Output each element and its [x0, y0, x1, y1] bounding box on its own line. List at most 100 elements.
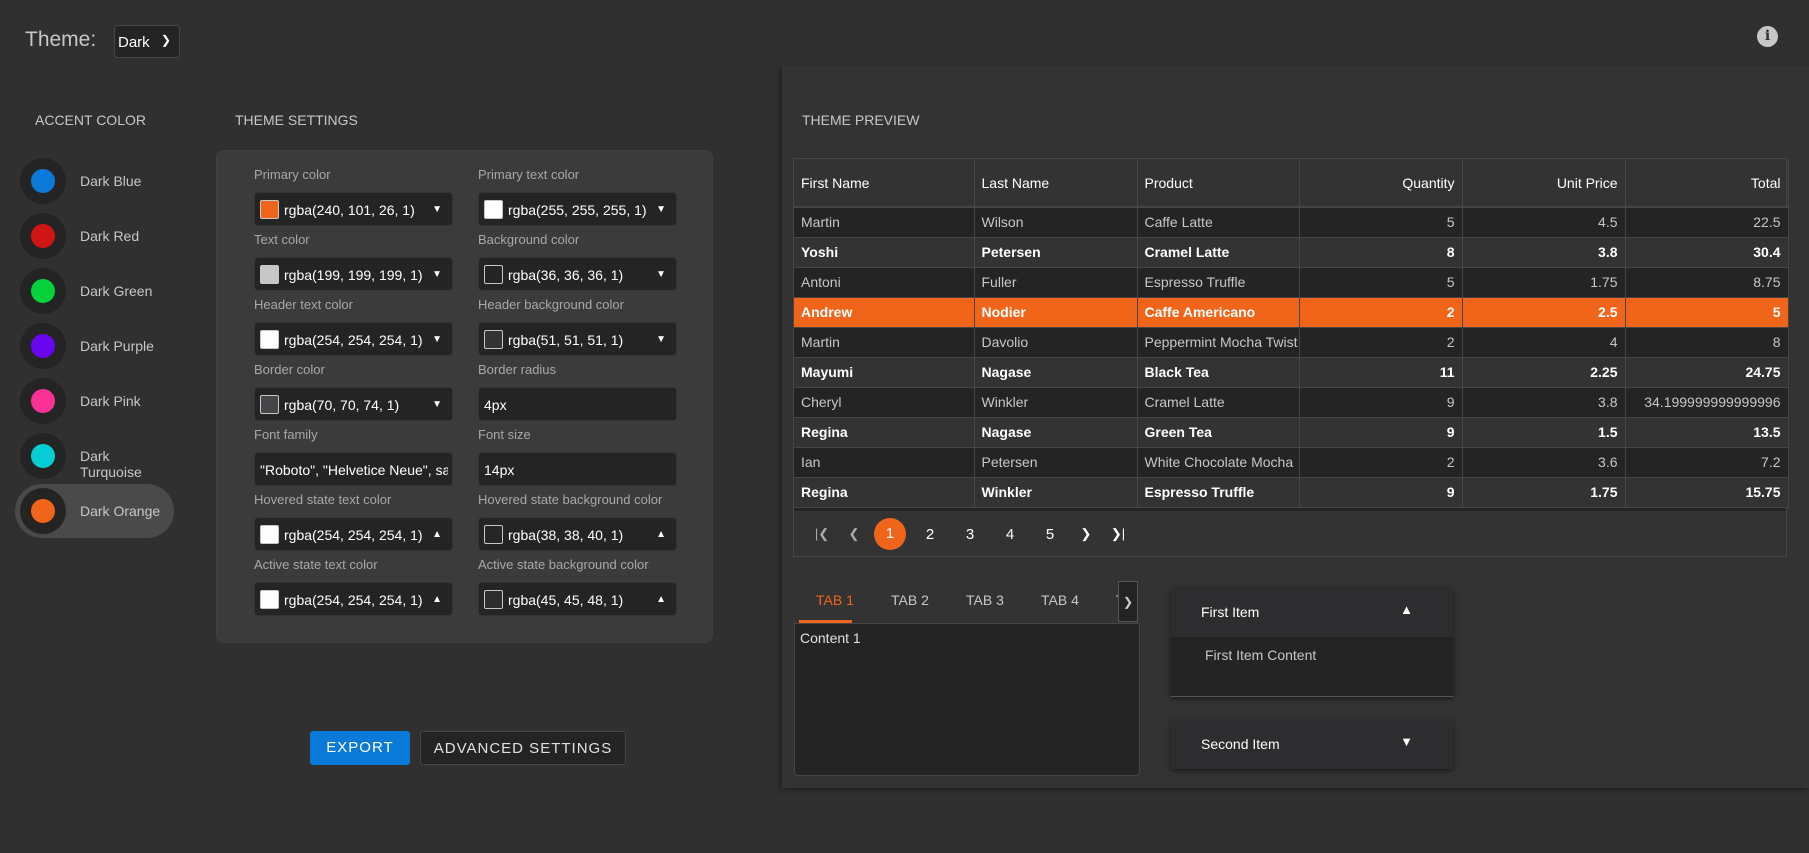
table-row[interactable]: Yoshi Petersen Cramel Latte 8 3.8 30.4	[794, 237, 1789, 268]
column-header[interactable]: First Name	[794, 159, 975, 208]
accordion-header-second[interactable]: Second Item ▼	[1171, 719, 1453, 769]
color-swatch	[260, 200, 279, 219]
table-row[interactable]: Andrew Nodier Caffe Americano 2 2.5 5	[794, 297, 1789, 328]
field-label: Border color	[254, 362, 325, 377]
table-row[interactable]: Ian Petersen White Chocolate Mocha 2 3.6 7.2	[794, 447, 1789, 478]
accent-swatch-dark-turquoise[interactable]: Dark Turquoise	[15, 429, 174, 483]
tab-2[interactable]: TAB 2	[891, 592, 929, 608]
page-button[interactable]: 1	[874, 518, 906, 550]
page-button[interactable]: 4	[990, 526, 1030, 543]
table-row[interactable]: Martin Wilson Caffe Latte 5 4.5 22.5	[794, 207, 1789, 238]
swatch-ring	[20, 488, 66, 534]
swatch-label: Dark Blue	[80, 173, 142, 189]
color-picker-field[interactable]: rgba(45, 45, 48, 1) ▲	[478, 582, 677, 616]
table-cell: Andrew	[794, 297, 975, 328]
next-page-icon[interactable]: ❯	[1070, 526, 1102, 542]
text-field[interactable]: 14px	[478, 452, 677, 486]
column-header[interactable]: Product	[1137, 159, 1300, 208]
prev-page-icon[interactable]: ❮	[838, 526, 870, 542]
theme-select[interactable]: Dark ❯	[114, 25, 180, 58]
last-page-icon[interactable]: ❯|	[1102, 526, 1134, 542]
table-cell: 15.75	[1625, 477, 1789, 508]
table-cell: Wilson	[974, 207, 1138, 238]
chevron-down-icon: ▼	[656, 334, 666, 345]
table-cell: Fuller	[974, 267, 1138, 298]
color-dot	[31, 169, 55, 193]
accent-swatch-dark-orange[interactable]: Dark Orange	[15, 484, 174, 538]
table-cell: Ian	[794, 447, 975, 478]
color-picker-field[interactable]: rgba(51, 51, 51, 1) ▼	[478, 322, 677, 356]
tab-3[interactable]: TAB 3	[966, 592, 1004, 608]
table-cell: Espresso Truffle	[1137, 477, 1300, 508]
first-page-icon[interactable]: |❮	[806, 526, 838, 542]
field-label: Active state background color	[478, 557, 649, 572]
swatch-ring	[20, 323, 66, 369]
text-field[interactable]: "Roboto", "Helvetice Neue", sans-serif	[254, 452, 453, 486]
column-header[interactable]: Unit Price	[1462, 159, 1626, 208]
export-button[interactable]: EXPORT	[310, 731, 410, 765]
column-header[interactable]: Quantity	[1299, 159, 1463, 208]
column-header[interactable]: Total	[1625, 159, 1789, 208]
table-row[interactable]: Antoni Fuller Espresso Truffle 5 1.75 8.75	[794, 267, 1789, 298]
table-row[interactable]: Cheryl Winkler Cramel Latte 9 3.8 34.19999999…	[794, 387, 1789, 418]
table-cell: Petersen	[974, 447, 1138, 478]
accent-swatch-dark-green[interactable]: Dark Green	[15, 264, 174, 318]
page-button[interactable]: 2	[910, 526, 950, 543]
color-picker-field[interactable]: rgba(255, 255, 255, 1) ▼	[478, 192, 677, 226]
color-picker-field[interactable]: rgba(199, 199, 199, 1) ▼	[254, 257, 453, 291]
color-picker-field[interactable]: rgba(254, 254, 254, 1) ▼	[254, 322, 453, 356]
table-cell: Caffe Latte	[1137, 207, 1300, 238]
table-row[interactable]: Mayumi Nagase Black Tea 11 2.25 24.75	[794, 357, 1789, 388]
table-cell: 5	[1299, 207, 1463, 238]
page-button[interactable]: 3	[950, 526, 990, 543]
swatch-ring	[20, 433, 66, 479]
color-swatch	[260, 525, 279, 544]
accordion-header-first[interactable]: First Item ▲	[1171, 587, 1453, 637]
swatch-label: Dark Red	[80, 228, 140, 244]
table-cell: Martin	[794, 327, 975, 358]
accent-swatch-dark-pink[interactable]: Dark Pink	[15, 374, 174, 428]
accordion-title: First Item	[1201, 604, 1260, 620]
accordion-item-first: First Item ▲ First Item Content	[1171, 587, 1453, 697]
page-button[interactable]: 5	[1030, 526, 1070, 543]
swatch-ring	[20, 378, 66, 424]
column-header[interactable]: Last Name	[974, 159, 1138, 208]
table-cell: Mayumi	[794, 357, 975, 388]
text-field[interactable]: 4px	[478, 387, 677, 421]
table-row[interactable]: Regina Winkler Espresso Truffle 9 1.75 15.75	[794, 477, 1789, 508]
swatch-ring	[20, 268, 66, 314]
accent-swatch-dark-blue[interactable]: Dark Blue	[15, 154, 174, 208]
accent-swatch-dark-red[interactable]: Dark Red	[15, 209, 174, 263]
color-picker-field[interactable]: rgba(36, 36, 36, 1) ▼	[478, 257, 677, 291]
chevron-up-icon: ▲	[656, 529, 666, 540]
color-value: rgba(254, 254, 254, 1)	[284, 527, 423, 543]
color-swatch	[260, 590, 279, 609]
info-icon[interactable]: i	[1757, 26, 1778, 47]
tab-scroll-right-button[interactable]: ❯	[1118, 581, 1138, 622]
accent-swatch-dark-purple[interactable]: Dark Purple	[15, 319, 174, 373]
table-cell: 2	[1299, 327, 1463, 358]
theme-select-value: Dark	[118, 34, 150, 51]
color-swatch	[484, 590, 503, 609]
color-value: rgba(254, 254, 254, 1)	[284, 592, 423, 608]
table-cell: 8	[1299, 237, 1463, 268]
swatch-label: Dark Pink	[80, 393, 141, 409]
table-cell: 9	[1299, 417, 1463, 448]
tab-1[interactable]: TAB 1	[816, 592, 854, 608]
swatch-ring	[20, 158, 66, 204]
color-picker-field[interactable]: rgba(70, 70, 74, 1) ▼	[254, 387, 453, 421]
color-value: rgba(255, 255, 255, 1)	[508, 202, 647, 218]
advanced-settings-button[interactable]: ADVANCED SETTINGS	[420, 731, 626, 765]
field-label: Header background color	[478, 297, 624, 312]
swatch-label: Dark Green	[80, 283, 153, 299]
color-picker-field[interactable]: rgba(38, 38, 40, 1) ▲	[478, 517, 677, 551]
table-cell: Cramel Latte	[1137, 387, 1300, 418]
color-picker-field[interactable]: rgba(254, 254, 254, 1) ▲	[254, 582, 453, 616]
color-picker-field[interactable]: rgba(254, 254, 254, 1) ▲	[254, 517, 453, 551]
tab-4[interactable]: TAB 4	[1041, 592, 1079, 608]
table-cell: Regina	[794, 417, 975, 448]
table-row[interactable]: Martin Davolio Peppermint Mocha Twist 2 4 8	[794, 327, 1789, 358]
color-picker-field[interactable]: rgba(240, 101, 26, 1) ▼	[254, 192, 453, 226]
accordion-item-second: Second Item ▼	[1171, 719, 1453, 769]
table-row[interactable]: Regina Nagase Green Tea 9 1.5 13.5	[794, 417, 1789, 448]
